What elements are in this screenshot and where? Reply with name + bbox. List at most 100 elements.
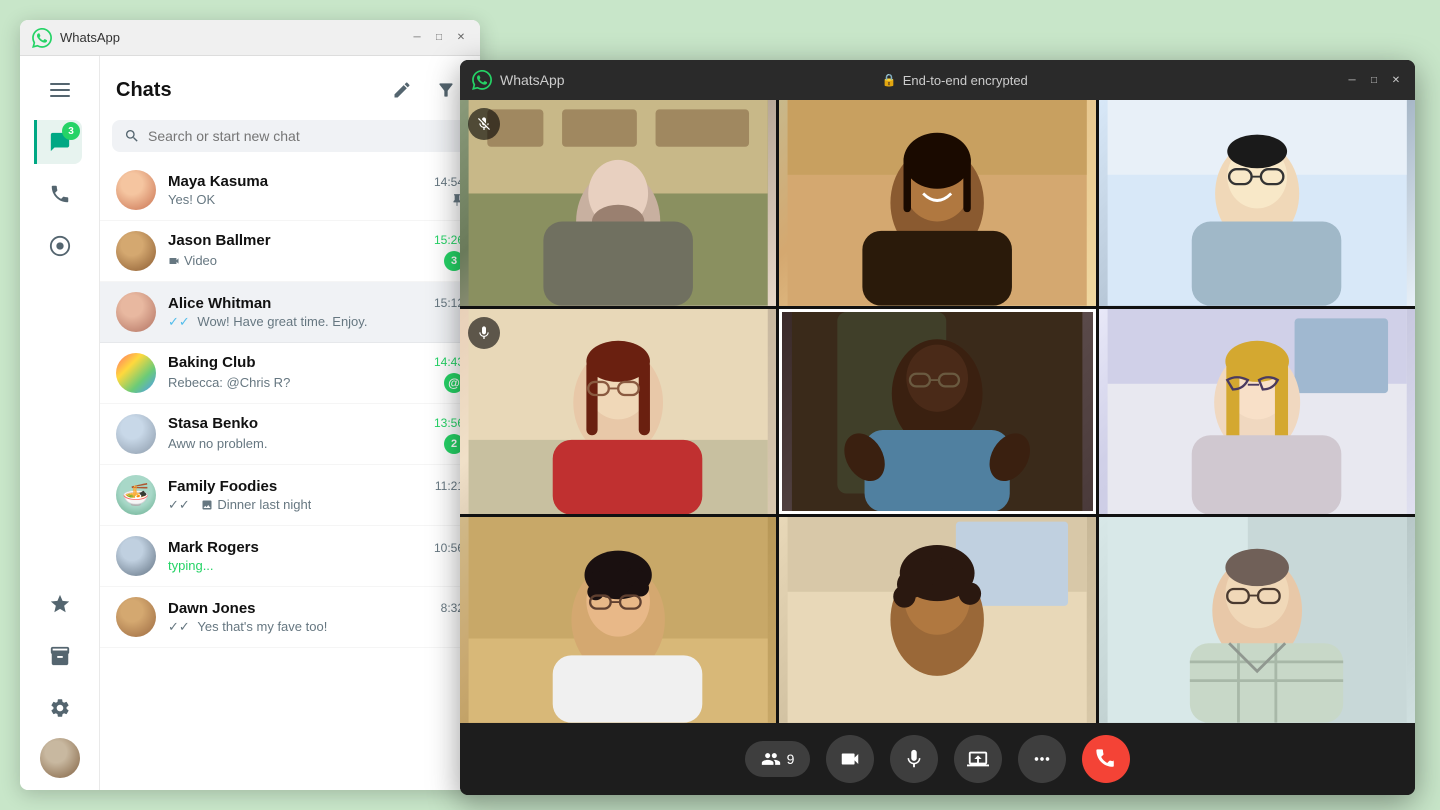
- chat-preview: ✓✓ Wow! Have great time. Enjoy.: [168, 314, 367, 330]
- search-bar: [112, 120, 468, 152]
- maximize-button[interactable]: □: [432, 31, 446, 45]
- sidebar-bottom: [38, 582, 82, 778]
- chat-list: Maya Kasuma 14:54 Yes! OK: [100, 160, 480, 790]
- participant-video-6: [1099, 309, 1415, 515]
- search-input[interactable]: [148, 128, 456, 144]
- new-chat-button[interactable]: [384, 72, 420, 108]
- mic-icon: [903, 748, 925, 770]
- sidebar-top: 3: [37, 68, 82, 582]
- call-controls-bar: 9: [460, 723, 1415, 795]
- list-item[interactable]: Mark Rogers 10:56 typing...: [100, 526, 480, 587]
- avatar: 🍜: [116, 475, 156, 515]
- sidebar-item-settings[interactable]: [38, 686, 82, 730]
- video-grid: [460, 100, 1415, 723]
- participants-icon: [761, 749, 781, 769]
- chat-info: Stasa Benko 13:56 Aww no problem. 2: [168, 415, 464, 454]
- chat-info: Dawn Jones 8:32 ✓✓ Yes that's my fave to…: [168, 600, 464, 635]
- minimize-button[interactable]: ─: [410, 31, 424, 45]
- video-app-name: WhatsApp: [500, 72, 565, 88]
- settings-icon: [49, 697, 71, 719]
- photo-icon: [201, 499, 213, 511]
- mute-indicator-4: [468, 317, 500, 349]
- participant-video-2: [779, 100, 1095, 306]
- filter-button[interactable]: [428, 72, 464, 108]
- chat-info: Mark Rogers 10:56 typing...: [168, 539, 464, 573]
- chat-preview: ✓✓ Dinner last night: [168, 497, 311, 513]
- video-cell-7: [460, 517, 776, 723]
- video-cell-1: [460, 100, 776, 306]
- mute-icon: [476, 116, 492, 132]
- video-cell-9: [1099, 517, 1415, 723]
- avatar: [116, 536, 156, 576]
- titlebar-left: WhatsApp: [32, 28, 120, 48]
- video-close-button[interactable]: ✕: [1389, 73, 1403, 87]
- avatar: [116, 353, 156, 393]
- user-avatar[interactable]: [40, 738, 80, 778]
- end-call-button[interactable]: [1082, 735, 1130, 783]
- status-icon: [49, 235, 71, 257]
- list-item[interactable]: Dawn Jones 8:32 ✓✓ Yes that's my fave to…: [100, 587, 480, 648]
- list-item[interactable]: Alice Whitman 15:12 ✓✓ Wow! Have great t…: [100, 282, 480, 343]
- sidebar-item-starred[interactable]: [38, 582, 82, 626]
- video-maximize-button[interactable]: □: [1367, 73, 1381, 87]
- screen-share-icon: [967, 748, 989, 770]
- encryption-text: End-to-end encrypted: [903, 73, 1028, 88]
- participant-video-8: [779, 517, 1095, 723]
- participant-video-1: [460, 100, 776, 306]
- chat-name: Dawn Jones: [168, 600, 256, 617]
- header-icons: [384, 72, 464, 108]
- video-minimize-button[interactable]: ─: [1345, 73, 1359, 87]
- more-options-button[interactable]: [1018, 735, 1066, 783]
- close-button[interactable]: ✕: [454, 31, 468, 45]
- sidebar: 3: [20, 56, 100, 790]
- chat-preview: Video: [168, 253, 217, 268]
- whatsapp-video-logo-icon: [472, 70, 492, 90]
- end-call-icon: [1095, 748, 1117, 770]
- sidebar-item-status[interactable]: [38, 224, 82, 268]
- video-cell-5: [779, 309, 1095, 515]
- chats-title: Chats: [116, 79, 172, 102]
- titlebar-app-name: WhatsApp: [60, 30, 120, 45]
- archived-icon: [49, 645, 71, 667]
- video-toggle-button[interactable]: [826, 735, 874, 783]
- chat-info: Maya Kasuma 14:54 Yes! OK: [168, 173, 464, 207]
- chat-name: Stasa Benko: [168, 415, 258, 432]
- chat-list-header: Chats: [100, 56, 480, 116]
- screen-share-button[interactable]: [954, 735, 1002, 783]
- sidebar-item-chats[interactable]: 3: [34, 120, 82, 164]
- search-icon: [124, 128, 140, 144]
- list-item[interactable]: Baking Club 14:43 Rebecca: @Chris R? @: [100, 343, 480, 404]
- sidebar-item-calls[interactable]: [38, 172, 82, 216]
- participants-button[interactable]: 9: [745, 741, 811, 777]
- avatar: [116, 170, 156, 210]
- main-content: 3: [20, 56, 480, 790]
- sidebar-item-archived[interactable]: [38, 634, 82, 678]
- avatar: [116, 231, 156, 271]
- whatsapp-logo-icon: [32, 28, 52, 48]
- participants-count: 9: [787, 751, 795, 767]
- window-titlebar: WhatsApp ─ □ ✕: [20, 20, 480, 56]
- chat-info: Baking Club 14:43 Rebecca: @Chris R? @: [168, 354, 464, 393]
- chat-name: Jason Ballmer: [168, 232, 271, 249]
- chat-name: Mark Rogers: [168, 539, 259, 556]
- mic-button[interactable]: [890, 735, 938, 783]
- list-item[interactable]: Stasa Benko 13:56 Aww no problem. 2: [100, 404, 480, 465]
- encryption-label: 🔒 End-to-end encrypted: [882, 73, 1028, 88]
- lock-icon: 🔒: [882, 73, 897, 87]
- video-cell-2: [779, 100, 1095, 306]
- video-window-controls: ─ □ ✕: [1345, 73, 1403, 87]
- starred-icon: [49, 593, 71, 615]
- sidebar-menu-icon[interactable]: [38, 68, 82, 112]
- mute-indicator-1: [468, 108, 500, 140]
- window-controls: ─ □ ✕: [410, 31, 468, 45]
- video-cell-6: [1099, 309, 1415, 515]
- filter-icon: [436, 80, 456, 100]
- list-item[interactable]: Maya Kasuma 14:54 Yes! OK: [100, 160, 480, 221]
- chat-name: Family Foodies: [168, 478, 277, 495]
- avatar: [116, 292, 156, 332]
- calls-icon: [49, 183, 71, 205]
- mute-icon-4: [476, 325, 492, 341]
- participant-video-9: [1099, 517, 1415, 723]
- list-item[interactable]: 🍜 Family Foodies 11:21 ✓✓ Dinner last ni…: [100, 465, 480, 526]
- list-item[interactable]: Jason Ballmer 15:26 Video 3: [100, 221, 480, 282]
